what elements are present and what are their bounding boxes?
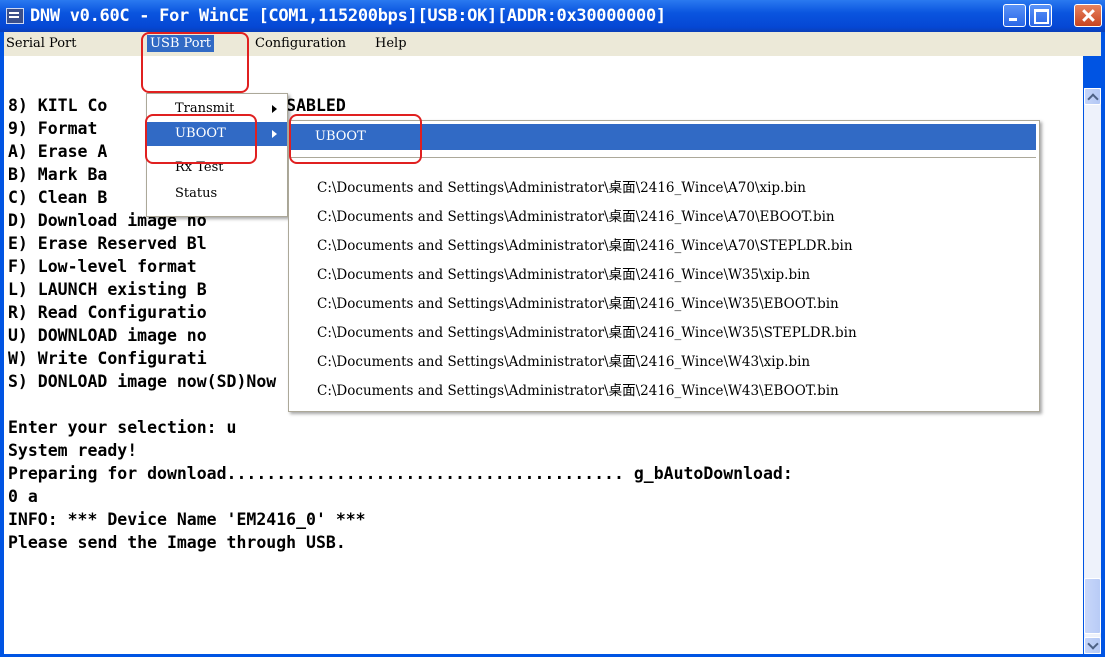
menu-item-label: Status [175, 186, 218, 201]
console-line: F) Low-level format [8, 257, 197, 276]
scroll-thumb[interactable] [1084, 578, 1101, 634]
scroll-down-button[interactable] [1084, 637, 1101, 654]
menu-help[interactable]: Help [375, 36, 407, 51]
recent-file-item[interactable]: C:\Documents and Settings\Administrator\… [317, 379, 839, 399]
console-line: U) DOWNLOAD image no [8, 326, 207, 345]
maximize-button[interactable] [1029, 4, 1052, 27]
app-icon[interactable] [6, 8, 24, 24]
console-line: W) Write Configurati [8, 349, 207, 368]
menu-separator [291, 157, 1036, 158]
close-button[interactable] [1074, 4, 1102, 27]
recent-file-item[interactable]: C:\Documents and Settings\Administrator\… [317, 292, 839, 312]
menu-item-rx-test[interactable]: Rx Test [147, 156, 287, 180]
recent-file-item[interactable]: C:\Documents and Settings\Administrator\… [317, 234, 853, 254]
menu-item-label: UBOOT [175, 126, 226, 141]
recent-file-item[interactable]: C:\Documents and Settings\Administrator\… [317, 263, 810, 283]
console-line: Enter your selection: u [8, 418, 237, 437]
console-line: A) Erase A [8, 142, 108, 161]
menu-bar: Serial Port USB Port Configuration Help [4, 32, 1101, 56]
console-line: R) Read Configuratio [8, 303, 207, 322]
recent-file-item[interactable]: C:\Documents and Settings\Administrator\… [317, 176, 806, 196]
dnw-window: DNW v0.60C - For WinCE [COM1,115200bps][… [0, 0, 1105, 657]
console-line: 9) Format [8, 119, 98, 138]
menu-item-label: Rx Test [175, 160, 224, 175]
vertical-scrollbar[interactable] [1084, 88, 1101, 654]
console-line: S) DONLOAD image now(SD)Now [8, 372, 277, 391]
console-line: C) Clean B [8, 188, 108, 207]
scroll-up-button[interactable] [1084, 88, 1101, 105]
submenu-arrow-icon [272, 105, 277, 113]
recent-file-item[interactable]: C:\Documents and Settings\Administrator\… [317, 205, 835, 225]
window-title: DNW v0.60C - For WinCE [COM1,115200bps][… [30, 6, 666, 26]
menu-item-label: UBOOT [315, 129, 366, 144]
menu-item-transmit[interactable]: Transmit [147, 97, 287, 121]
menu-item-uboot-send[interactable]: UBOOT [291, 124, 1036, 150]
console-line: 0 a [8, 487, 38, 506]
menu-item-uboot[interactable]: UBOOT [147, 122, 287, 146]
console-line: B) Mark Ba [8, 165, 108, 184]
console-line: L) LAUNCH existing B [8, 280, 207, 299]
submenu-arrow-icon [272, 130, 277, 138]
console-line: Please send the Image through USB. [8, 533, 346, 552]
console-line: E) Erase Reserved Bl [8, 234, 207, 253]
menu-serial-port[interactable]: Serial Port [6, 36, 77, 51]
menu-item-status[interactable]: Status [147, 182, 287, 206]
console-line: Preparing for download..................… [8, 464, 793, 483]
recent-file-item[interactable]: C:\Documents and Settings\Administrator\… [317, 321, 857, 341]
console-line: System ready! [8, 441, 138, 460]
recent-file-item[interactable]: C:\Documents and Settings\Administrator\… [317, 350, 810, 370]
minimize-button[interactable] [1003, 4, 1026, 27]
menu-item-label: Transmit [175, 101, 235, 116]
uboot-submenu: UBOOT C:\Documents and Settings\Administ… [288, 120, 1040, 412]
title-bar[interactable]: DNW v0.60C - For WinCE [COM1,115200bps][… [0, 0, 1105, 32]
menu-usb-port[interactable]: USB Port [147, 35, 215, 52]
console-line: INFO: *** Device Name 'EM2416_0' *** [8, 510, 366, 529]
menu-configuration[interactable]: Configuration [255, 36, 346, 51]
usb-port-menu: Transmit UBOOT Rx Test Status [146, 93, 288, 217]
